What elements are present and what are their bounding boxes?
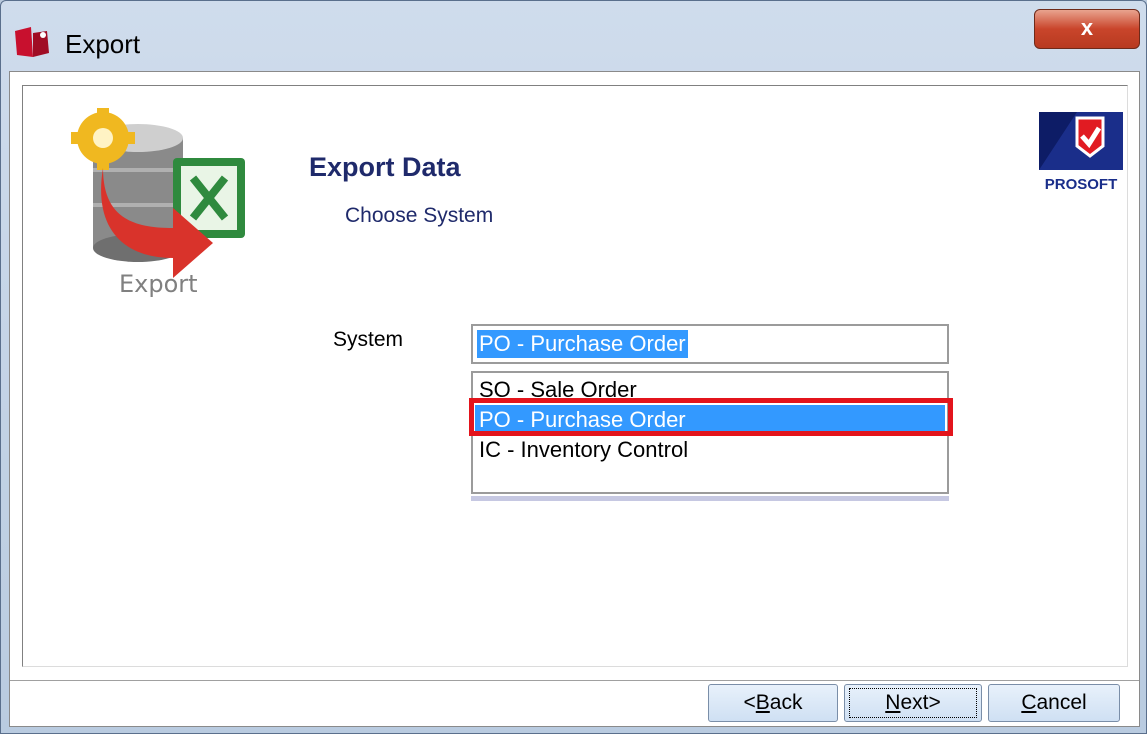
back-prefix: <	[743, 691, 756, 714]
system-select-value: PO - Purchase Order	[477, 330, 688, 358]
system-select[interactable]: PO - Purchase Order	[471, 324, 949, 364]
focus-rect	[849, 688, 977, 718]
back-button[interactable]: <Back	[708, 684, 838, 722]
option-purchase-order[interactable]: PO - Purchase Order	[475, 405, 945, 435]
close-icon: x	[1080, 15, 1094, 40]
prosoft-brand-text: PROSOFT	[1045, 176, 1118, 193]
dialog-body: Export Export Data Choose System PROSOFT…	[9, 71, 1140, 727]
close-button[interactable]: x	[1034, 9, 1140, 49]
wizard-panel: Export Export Data Choose System PROSOFT…	[22, 85, 1128, 667]
footer-divider	[10, 680, 1139, 681]
app-icon	[15, 27, 49, 57]
title-bar: Export x	[1, 1, 1146, 71]
list-shadow	[471, 496, 949, 501]
window-title: Export	[65, 29, 141, 59]
cancel-button[interactable]: Cancel	[988, 684, 1120, 722]
back-label: ack	[769, 691, 803, 714]
export-window: Export x Export Export Data Choose Syste…	[0, 0, 1147, 734]
next-button[interactable]: Next>	[844, 684, 982, 722]
prosoft-logo-icon: PROSOFT	[1039, 112, 1123, 194]
export-logo-caption: Export	[119, 270, 198, 298]
cancel-label: ancel	[1036, 691, 1087, 714]
back-accelerator: B	[755, 691, 770, 714]
page-subtitle: Choose System	[345, 204, 494, 227]
system-label: System	[333, 328, 404, 351]
cancel-accelerator: C	[1021, 691, 1037, 714]
page-title: Export Data	[309, 152, 461, 182]
option-inventory-control[interactable]: IC - Inventory Control	[475, 435, 945, 465]
option-sale-order[interactable]: SO - Sale Order	[475, 375, 945, 405]
system-dropdown-list[interactable]: SO - Sale Order PO - Purchase Order IC -…	[471, 371, 949, 494]
